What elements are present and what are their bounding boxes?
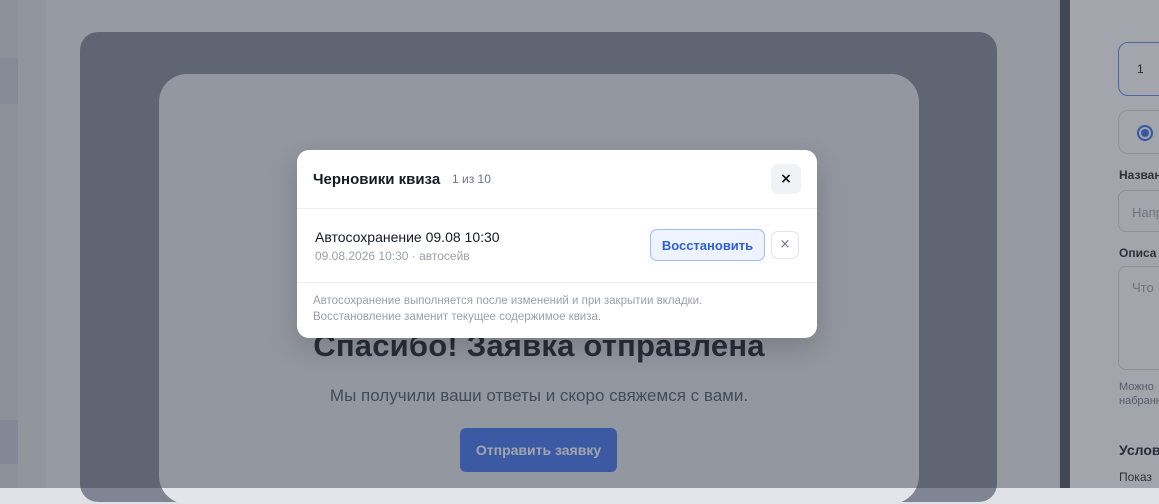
modal-footer-note: Автосохранение выполняется после изменен…	[313, 293, 702, 325]
modal-title: Черновики квиза	[313, 171, 441, 188]
drafts-modal: Черновики квиза 1 из 10 × Автосохранение…	[297, 150, 817, 338]
modal-header: Черновики квиза 1 из 10 ×	[297, 150, 817, 209]
restore-button[interactable]: Восстановить	[650, 229, 765, 261]
delete-draft-icon[interactable]: ×	[771, 231, 799, 259]
draft-item: Автосохранение 09.08 10:30 09.08.2026 10…	[297, 209, 817, 283]
footer-line: Восстановление заменит текущее содержимо…	[313, 311, 602, 323]
draft-meta: 09.08.2026 10:30 · автосейв	[315, 249, 470, 263]
footer-line: Автосохранение выполняется после изменен…	[313, 295, 703, 307]
draft-count: 1 из 10	[452, 172, 491, 186]
draft-name: Автосохранение 09.08 10:30	[315, 229, 500, 245]
close-icon[interactable]: ×	[771, 164, 801, 194]
